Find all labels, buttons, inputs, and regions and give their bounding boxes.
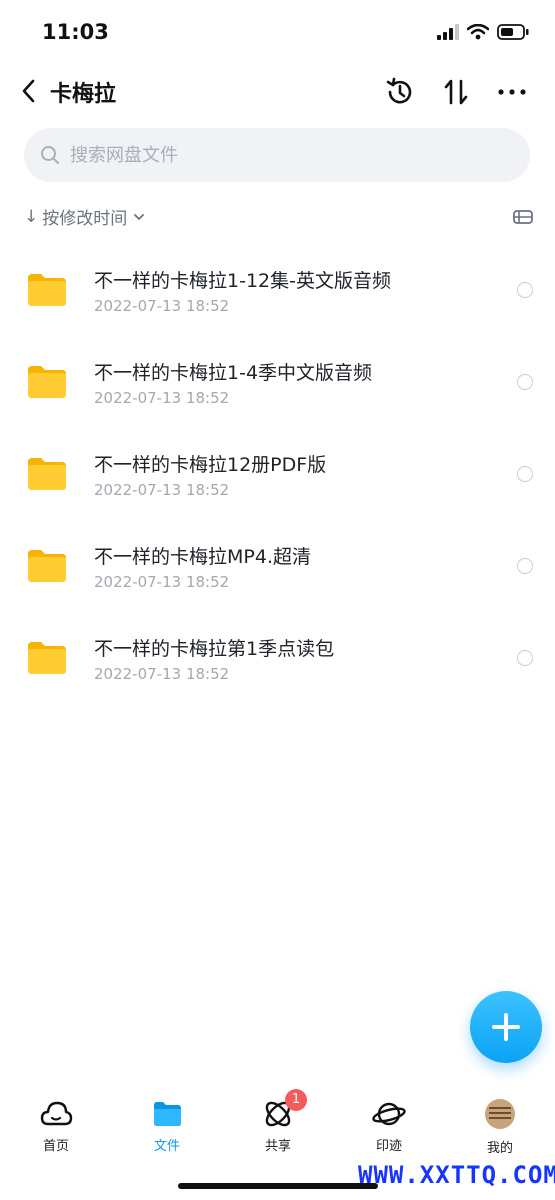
sort-dropdown[interactable]: ↓ 按修改时间 <box>24 204 145 229</box>
select-radio[interactable] <box>517 558 533 574</box>
nav-label: 共享 <box>264 1139 291 1154</box>
down-arrow-icon: ↓ <box>24 206 39 227</box>
avatar <box>485 1099 515 1129</box>
nav-label: 首页 <box>42 1139 69 1154</box>
sort-icon <box>444 79 468 105</box>
sort-toggle-button[interactable] <box>438 74 474 110</box>
sort-row: ↓ 按修改时间 <box>24 200 534 236</box>
select-radio[interactable] <box>517 282 533 298</box>
file-list: 不一样的卡梅拉1-12集-英文版音频 2022-07-13 18:52 不一样的… <box>0 244 555 704</box>
signal-icon <box>437 24 459 40</box>
select-radio[interactable] <box>517 650 533 666</box>
page-title: 卡梅拉 <box>50 82 117 107</box>
nav-label: 我的 <box>486 1141 513 1156</box>
folder-icon <box>28 458 66 490</box>
nav-item-files[interactable]: 文件 <box>127 1097 207 1154</box>
nav-item-home[interactable]: 首页 <box>16 1097 96 1154</box>
history-icon <box>386 77 412 104</box>
nav-label: 文件 <box>153 1139 180 1154</box>
file-date: 2022-07-13 18:52 <box>94 297 230 315</box>
list-item[interactable]: 不一样的卡梅拉12册PDF版 2022-07-13 18:52 <box>0 428 555 520</box>
back-icon[interactable] <box>16 76 42 106</box>
folder-icon <box>154 1102 181 1126</box>
sort-label: 按修改时间 <box>42 209 128 229</box>
file-date: 2022-07-13 18:52 <box>94 389 230 407</box>
more-icon <box>498 89 526 95</box>
more-button[interactable] <box>494 74 530 110</box>
watermark: WWW.XXTTQ.COM <box>358 1161 555 1189</box>
cloud-icon <box>40 1101 73 1126</box>
chevron-down-icon <box>134 213 145 220</box>
select-radio[interactable] <box>517 466 533 482</box>
file-date: 2022-07-13 18:52 <box>94 481 230 499</box>
wifi-icon <box>467 24 489 40</box>
battery-icon <box>497 24 529 40</box>
plus-icon <box>492 1013 520 1041</box>
view-mode-icon[interactable] <box>512 206 534 228</box>
folder-icon <box>28 366 66 398</box>
status-bar: 11:03 <box>0 0 555 64</box>
nav-item-share[interactable]: 1 共享 <box>238 1089 318 1154</box>
add-button[interactable] <box>470 991 542 1063</box>
nav-item-me[interactable]: 我的 <box>460 1097 540 1156</box>
file-date: 2022-07-13 18:52 <box>94 573 230 591</box>
search-icon <box>41 146 59 164</box>
select-radio[interactable] <box>517 374 533 390</box>
history-button[interactable] <box>382 74 418 110</box>
folder-icon <box>28 274 66 306</box>
bottom-nav: 首页 文件 1 共享 印迹 我的 <box>0 1085 555 1165</box>
file-name: 不一样的卡梅拉第1季点读包 <box>94 638 335 660</box>
file-name: 不一样的卡梅拉MP4.超清 <box>94 546 311 568</box>
home-indicator <box>178 1183 378 1189</box>
nav-item-traces[interactable]: 印迹 <box>349 1097 429 1154</box>
nav-label: 印迹 <box>375 1139 402 1154</box>
file-date: 2022-07-13 18:52 <box>94 665 230 683</box>
search-input[interactable] <box>68 143 492 167</box>
list-item[interactable]: 不一样的卡梅拉MP4.超清 2022-07-13 18:52 <box>0 520 555 612</box>
planet-icon <box>372 1102 406 1126</box>
file-name: 不一样的卡梅拉1-12集-英文版音频 <box>94 270 391 292</box>
share-badge: 1 <box>285 1089 307 1111</box>
search-bar[interactable] <box>24 128 530 182</box>
folder-icon <box>28 642 66 674</box>
list-item[interactable]: 不一样的卡梅拉1-12集-英文版音频 2022-07-13 18:52 <box>0 244 555 336</box>
file-name: 不一样的卡梅拉12册PDF版 <box>94 454 327 476</box>
list-item[interactable]: 不一样的卡梅拉第1季点读包 2022-07-13 18:52 <box>0 612 555 704</box>
header: 卡梅拉 <box>0 64 555 120</box>
file-name: 不一样的卡梅拉1-4季中文版音频 <box>94 362 373 384</box>
status-time: 11:03 <box>42 20 109 44</box>
folder-icon <box>28 550 66 582</box>
list-item[interactable]: 不一样的卡梅拉1-4季中文版音频 2022-07-13 18:52 <box>0 336 555 428</box>
